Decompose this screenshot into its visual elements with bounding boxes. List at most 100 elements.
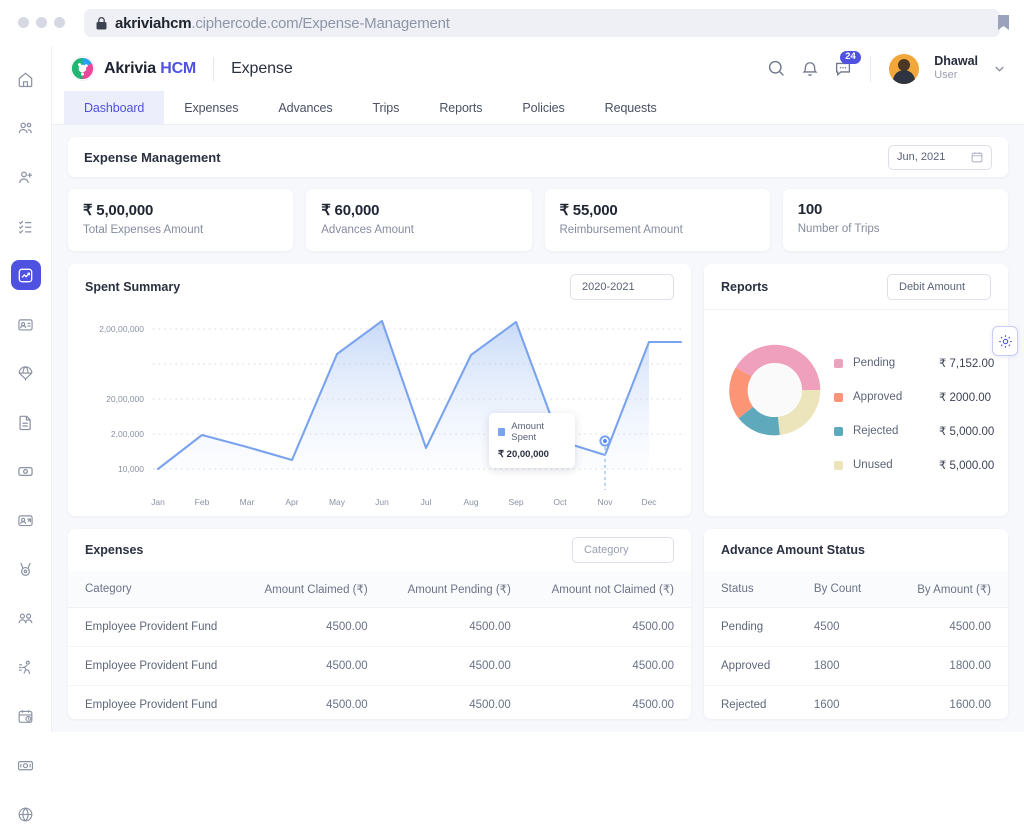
year-filter[interactable]: 2020-2021 bbox=[570, 274, 674, 300]
legend-label: Rejected bbox=[853, 425, 899, 437]
messages-button[interactable]: 24 bbox=[834, 50, 861, 78]
legend-swatch-pending bbox=[834, 358, 843, 368]
table-row[interactable]: Rejected 1600 1600.00 bbox=[704, 685, 1008, 719]
charts-row: Spent Summary 2020-2021 2,00,00,000 20,0… bbox=[68, 264, 1018, 516]
tab-reports[interactable]: Reports bbox=[419, 91, 502, 124]
sidebar-item-employees[interactable] bbox=[11, 113, 41, 143]
expenses-panel: Expenses Category Category Amount Claime… bbox=[68, 529, 691, 719]
sidebar-item-id-card[interactable] bbox=[11, 309, 41, 339]
cell-count: 1800 bbox=[796, 646, 888, 686]
settings-tab-button[interactable] bbox=[992, 326, 1018, 356]
sidebar-item-teams[interactable] bbox=[11, 603, 41, 633]
sidebar-item-documents[interactable] bbox=[11, 407, 41, 437]
table-row[interactable]: Employee Provident Fund 4500.00 4500.00 … bbox=[68, 607, 691, 647]
stat-label: Number of Trips bbox=[797, 223, 880, 235]
avatar-head bbox=[898, 58, 911, 71]
avatar[interactable] bbox=[889, 53, 920, 84]
legend-value: ₹ 5,000.00 bbox=[939, 460, 995, 472]
tab-advances[interactable]: Advances bbox=[258, 91, 352, 124]
sidebar-item-benefits[interactable] bbox=[11, 358, 41, 388]
sidebar-item-home[interactable] bbox=[11, 64, 41, 94]
team-icon bbox=[18, 613, 33, 623]
sidebar-item-leave[interactable] bbox=[11, 701, 41, 731]
calendar-icon bbox=[971, 152, 983, 163]
sidebar-item-tasks[interactable] bbox=[11, 211, 41, 241]
tab-requests[interactable]: Requests bbox=[585, 91, 677, 124]
sidebar-item-recruitment[interactable] bbox=[11, 162, 41, 192]
app-container: Akrivia HCM Expense 24 Dhawal User Dashb… bbox=[52, 46, 1024, 732]
legend-value: ₹ 7,152.00 bbox=[939, 358, 995, 370]
legend-value: ₹ 2000.00 bbox=[939, 392, 992, 404]
table-row[interactable]: Employee Provident Fund 4500.00 4500.00 … bbox=[68, 646, 691, 686]
table-row[interactable]: Employee Provident Fund 4500.00 4500.00 … bbox=[68, 685, 691, 719]
message-count-badge: 24 bbox=[840, 50, 861, 64]
stat-value: ₹ 60,000 bbox=[321, 202, 380, 219]
month-picker[interactable]: Jun, 2021 bbox=[888, 144, 992, 170]
column-header-status: Status bbox=[704, 571, 797, 608]
sidebar-item-onboarding[interactable] bbox=[11, 505, 41, 535]
analytics-icon bbox=[18, 268, 33, 282]
cell-pending: 4500.00 bbox=[384, 646, 528, 686]
legend-item-unused: Unused ₹ 5,000.00 bbox=[834, 448, 994, 482]
spent-summary-chart: 2,00,00,000 20,00,000 2,00,000 10,000 Ja… bbox=[68, 310, 691, 516]
cell-claimed: 4500.00 bbox=[241, 646, 385, 686]
user-menu-button[interactable] bbox=[993, 62, 1006, 75]
legend-swatch-rejected bbox=[834, 426, 843, 436]
legend-item-approved: Approved ₹ 2000.00 bbox=[834, 380, 994, 414]
sidebar-item-wellness[interactable] bbox=[11, 652, 41, 682]
reports-filter[interactable]: Debit Amount bbox=[887, 273, 991, 300]
cell-amount: 1800.00 bbox=[887, 646, 1008, 686]
advance-status-title: Advance Amount Status bbox=[721, 543, 866, 557]
advance-table-head: Status By Count By Amount (₹) bbox=[704, 571, 1008, 608]
maximize-dot[interactable] bbox=[54, 17, 65, 28]
expense-management-bar: Expense Management Jun, 2021 bbox=[68, 137, 1008, 177]
expenses-title: Expenses bbox=[85, 543, 144, 557]
svg-text:Dec: Dec bbox=[641, 497, 657, 507]
search-button[interactable] bbox=[767, 59, 786, 78]
column-header-not-claimed: Amount not Claimed (₹) bbox=[527, 571, 691, 608]
sidebar-item-expense[interactable] bbox=[10, 260, 41, 290]
table-header-row: Status By Count By Amount (₹) bbox=[704, 571, 1008, 608]
marker-dot-core bbox=[602, 438, 608, 444]
sidebar-item-global[interactable] bbox=[11, 799, 41, 829]
gear-icon bbox=[998, 334, 1012, 348]
svg-text:2,00,00,000: 2,00,00,000 bbox=[99, 324, 144, 334]
table-row[interactable]: Pending 4500 4500.00 bbox=[704, 607, 1008, 647]
url-text: akriviahcm.ciphercode.com/Expense-Manage… bbox=[115, 15, 450, 32]
reports-filter-value: Debit Amount bbox=[899, 280, 966, 293]
reports-title: Reports bbox=[721, 279, 769, 294]
svg-text:Jul: Jul bbox=[421, 497, 432, 507]
tab-policies[interactable]: Policies bbox=[502, 91, 584, 124]
sidebar-item-payroll[interactable] bbox=[11, 750, 41, 780]
year-filter-value: 2020-2021 bbox=[582, 281, 635, 293]
column-header-by-count: By Count bbox=[796, 571, 888, 608]
category-filter[interactable]: Category bbox=[572, 537, 674, 563]
bookmark-icon[interactable] bbox=[997, 14, 1010, 31]
tab-dashboard[interactable]: Dashboard bbox=[64, 91, 165, 124]
minimize-dot[interactable] bbox=[36, 17, 47, 28]
notifications-button[interactable] bbox=[801, 60, 819, 78]
address-bar[interactable]: akriviahcm.ciphercode.com/Expense-Manage… bbox=[84, 9, 1000, 37]
column-header-claimed: Amount Claimed (₹) bbox=[241, 571, 385, 608]
divider bbox=[213, 56, 215, 81]
advance-status-table: Status By Count By Amount (₹) Pending 45… bbox=[704, 571, 1008, 719]
chart-tooltip: Amount Spent ₹ 20,00,000 bbox=[489, 413, 575, 468]
donut-legend: Pending ₹ 7,152.00 Approved ₹ 2000.00 Re… bbox=[834, 346, 994, 482]
stat-value: 100 bbox=[797, 201, 823, 218]
stat-card-reimbursement: ₹ 55,000 Reimbursement Amount bbox=[544, 189, 770, 251]
tab-expenses[interactable]: Expenses bbox=[164, 91, 258, 124]
sidebar-item-tickets[interactable] bbox=[11, 456, 41, 486]
tab-trips[interactable]: Trips bbox=[352, 91, 419, 124]
cell-not-claimed: 4500.00 bbox=[527, 646, 691, 686]
close-dot[interactable] bbox=[18, 17, 29, 28]
legend-value: ₹ 5,000.00 bbox=[939, 426, 995, 438]
globe-icon bbox=[18, 806, 33, 822]
advance-status-header: Advance Amount Status bbox=[704, 529, 1008, 571]
cell-amount: 1600.00 bbox=[887, 685, 1008, 719]
sidebar-item-awards[interactable] bbox=[11, 554, 41, 584]
stat-label: Reimbursement Amount bbox=[559, 224, 683, 236]
window-controls[interactable] bbox=[18, 17, 65, 28]
table-row[interactable]: Approved 1800 1800.00 bbox=[704, 646, 1008, 686]
donut-chart bbox=[729, 344, 821, 436]
svg-text:20,00,000: 20,00,000 bbox=[106, 394, 144, 404]
